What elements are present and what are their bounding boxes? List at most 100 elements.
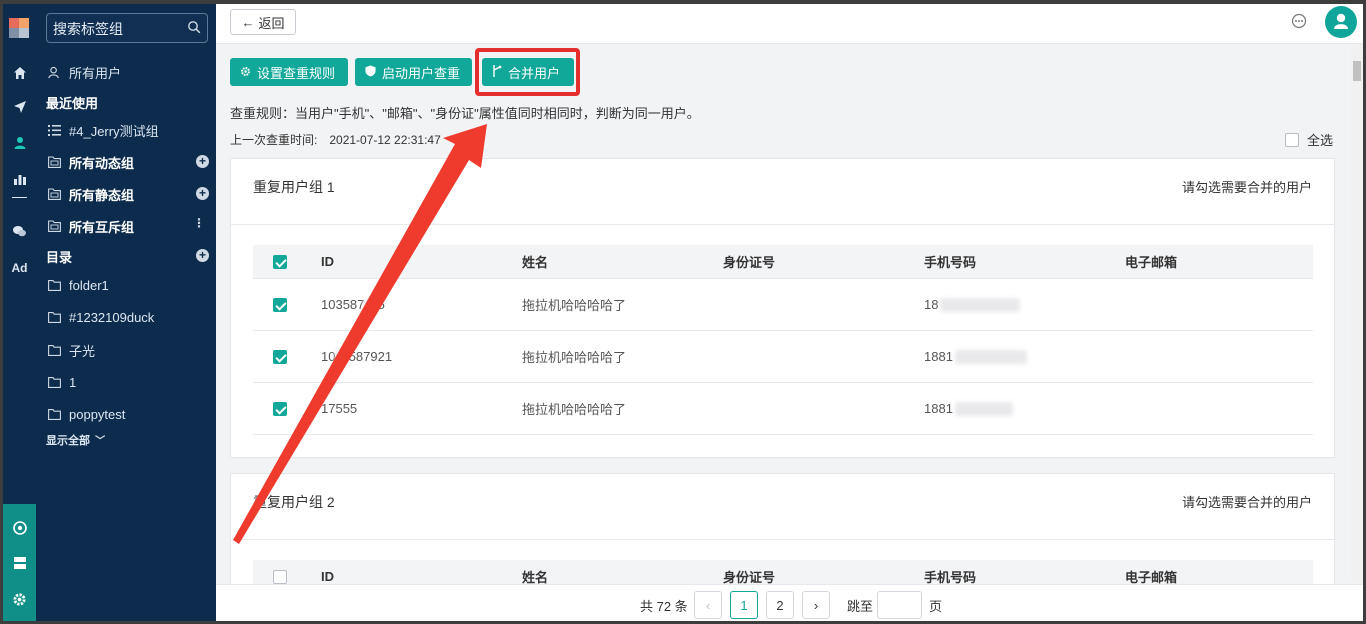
folder-icon: [46, 186, 62, 202]
page-1-button[interactable]: 1: [730, 591, 758, 619]
sidebar-item-folder[interactable]: 1: [46, 372, 211, 392]
chart-icon[interactable]: [3, 172, 36, 190]
back-button[interactable]: ← 返回: [230, 9, 296, 35]
gear-icon: [240, 65, 251, 80]
cell-phone: 1881: [924, 383, 1013, 434]
top-bar: ← 返回: [216, 4, 1363, 44]
shield-icon: [365, 65, 376, 80]
set-dedup-rule-button[interactable]: 设置查重规则: [230, 58, 348, 86]
ad-icon[interactable]: Ad: [3, 260, 36, 276]
sidebar-item-label: 所有静态组: [69, 187, 135, 203]
group-title: 重复用户组 1: [253, 179, 335, 195]
search-icon[interactable]: [187, 20, 201, 34]
sidebar-item-label: 1: [69, 374, 77, 390]
show-all-link[interactable]: 显示全部 ﹀: [46, 432, 105, 448]
column-header: 手机号码: [924, 255, 977, 270]
send-icon[interactable]: [3, 100, 36, 118]
last-check-time: 上一次查重时间: 2021-07-12 22:31:47: [230, 133, 441, 147]
sidebar-item-label: 所有动态组: [69, 155, 135, 171]
catalog-heading: 目录 +: [46, 246, 211, 266]
sidebar-item-label: #4_Jerry测试组: [69, 123, 159, 139]
page-2-button[interactable]: 2: [766, 591, 794, 619]
sidebar-item-static-groups[interactable]: 所有静态组 +: [46, 184, 211, 204]
prev-page-button[interactable]: ‹: [694, 591, 722, 619]
cell-id: 103587 85: [321, 297, 385, 312]
sidebar-item-label: #1232109duck: [69, 309, 155, 325]
folder-icon: [46, 309, 62, 325]
total-count: 共 72 条: [640, 599, 688, 614]
wechat-icon[interactable]: [3, 224, 36, 242]
user-icon[interactable]: [3, 136, 36, 154]
group-hint: 请勾选需要合并的用户: [1181, 495, 1312, 510]
scrollbar-thumb[interactable]: [1353, 61, 1361, 81]
sidebar-item-folder[interactable]: 子光: [46, 340, 211, 360]
search-input[interactable]: [53, 20, 183, 38]
next-page-button[interactable]: ›: [802, 591, 830, 619]
column-header: 电子邮箱: [1125, 255, 1178, 270]
group-header: 重复用户组 2 请勾选需要合并的用户: [231, 474, 1334, 540]
row-checkbox[interactable]: [273, 401, 287, 416]
cell-name: 拖拉机哈哈哈哈了: [522, 298, 627, 313]
folder-icon: [46, 218, 62, 234]
table-row[interactable]: 103587 85 拖拉机哈哈哈哈了 18: [253, 279, 1313, 331]
sidebar: 所有用户 最近使用 #4_Jerry测试组 所有动态组 + 所有静态组 +: [36, 4, 216, 621]
list-icon: [46, 122, 62, 138]
message-icon[interactable]: [1291, 13, 1307, 29]
highlight-box: [475, 48, 580, 96]
vertical-scrollbar[interactable]: [1351, 44, 1363, 581]
sidebar-item-label: folder1: [69, 277, 109, 293]
add-icon[interactable]: +: [196, 187, 209, 200]
cell-id: 10 3587921: [321, 349, 393, 364]
sidebar-item-label: poppytest: [69, 406, 126, 422]
cell-id: 17555: [321, 401, 358, 416]
server-icon[interactable]: [3, 556, 36, 574]
icon-rail: Ad: [3, 4, 36, 621]
cell-phone: 18: [924, 279, 1021, 330]
sidebar-item-folder[interactable]: poppytest: [46, 404, 211, 424]
table-row[interactable]: 10 3587921 拖拉机哈哈哈哈了 1881: [253, 331, 1313, 383]
chevron-down-icon: ﹀: [95, 436, 106, 447]
more-icon[interactable]: ⋮: [193, 216, 205, 230]
row-checkbox[interactable]: [273, 297, 287, 312]
cell-name: 拖拉机哈哈哈哈了: [522, 350, 627, 365]
jump-label: 跳至: [847, 599, 874, 614]
start-dedup-button[interactable]: 启动用户查重: [355, 58, 472, 86]
sidebar-item-exclusive-groups[interactable]: 所有互斥组 ⋮: [46, 216, 211, 236]
sidebar-item-label: 所有用户: [69, 65, 122, 81]
sidebar-item-recent[interactable]: #4_Jerry测试组: [46, 120, 211, 140]
table-row[interactable]: 17555 拖拉机哈哈哈哈了 1881: [253, 383, 1313, 435]
duplicate-group-1: 重复用户组 1 请勾选需要合并的用户 ID 姓名 身份证号 手机号码 电子邮箱 …: [230, 158, 1335, 458]
home-icon[interactable]: [3, 66, 36, 84]
group-header: 重复用户组 1 请勾选需要合并的用户: [231, 159, 1334, 225]
add-folder-icon[interactable]: +: [196, 249, 209, 262]
row-checkbox[interactable]: [273, 349, 287, 364]
app-window: Ad 所有用户 最近使用: [0, 0, 1366, 624]
page-jump-input[interactable]: [877, 591, 922, 619]
group-title: 重复用户组 2: [253, 494, 335, 510]
sync-icon[interactable]: [3, 520, 36, 540]
sidebar-item-folder[interactable]: folder1: [46, 275, 211, 295]
search-box[interactable]: [46, 13, 208, 43]
column-header: ID: [321, 254, 334, 269]
dedup-rule-text: 查重规则：当用户"手机"、"邮箱"、"身份证"属性值同时相同时，判断为同一用户。: [230, 106, 700, 121]
user-avatar-icon: [1334, 13, 1348, 29]
header-checkbox[interactable]: [273, 569, 287, 584]
column-header: 身份证号: [723, 255, 776, 270]
column-header: 姓名: [522, 255, 549, 270]
select-all-checkbox[interactable]: [1284, 132, 1299, 147]
pagination: 共 72 条 ‹ 1 2 › 跳至 页: [216, 584, 1363, 621]
users-icon: [46, 64, 62, 80]
header-checkbox[interactable]: [273, 254, 287, 269]
sidebar-item-folder[interactable]: #1232109duck: [46, 307, 211, 327]
table-header: ID 姓名 身份证号 手机号码 电子邮箱: [253, 245, 1313, 279]
add-icon[interactable]: +: [196, 155, 209, 168]
rail-bottom-panel: [3, 504, 36, 621]
sidebar-item-dynamic-groups[interactable]: 所有动态组 +: [46, 152, 211, 172]
group-hint: 请勾选需要合并的用户: [1181, 180, 1312, 195]
avatar[interactable]: [1325, 6, 1357, 38]
gear-icon[interactable]: [3, 592, 36, 611]
rail-divider: [12, 197, 27, 198]
app-logo: [9, 18, 33, 38]
sidebar-item-all-users[interactable]: 所有用户: [46, 62, 211, 82]
select-all[interactable]: 全选: [1284, 130, 1333, 149]
